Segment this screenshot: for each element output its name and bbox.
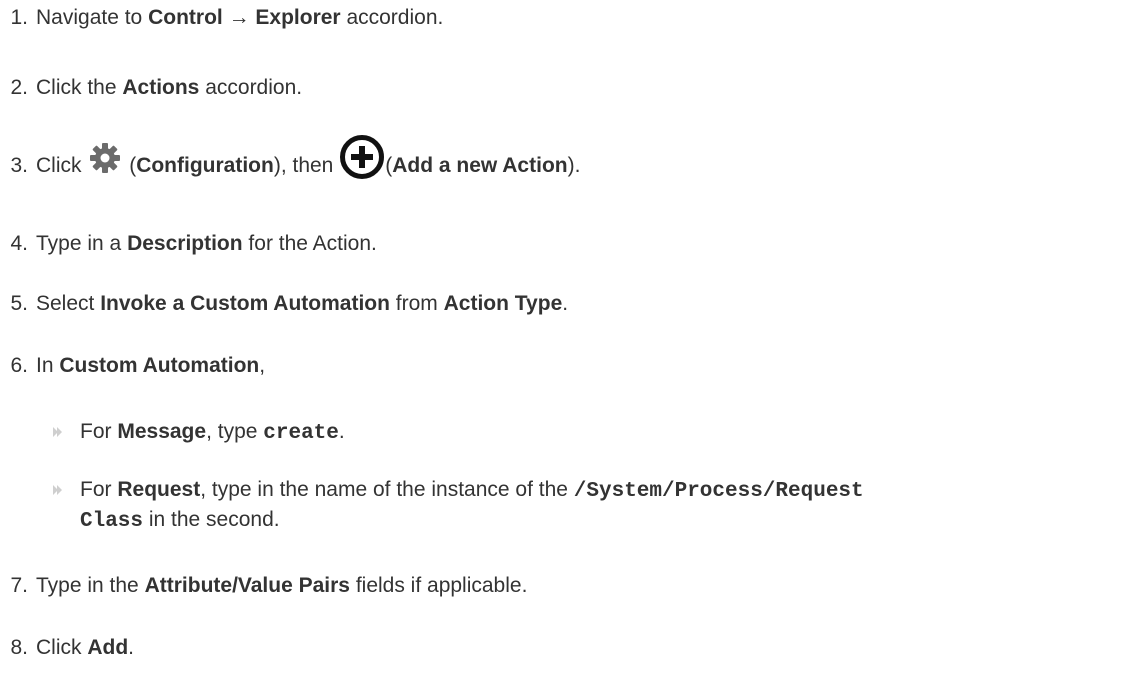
step-1: 1. Navigate to Control → Explorer accordi… <box>0 6 443 30</box>
request-class-path-code: /System/Process/Request <box>573 480 864 503</box>
step-text: , <box>259 354 266 377</box>
step-text: Click <box>36 154 88 177</box>
step-number: 7. <box>10 574 28 597</box>
substep-request-continued: Class in the second. <box>80 508 280 533</box>
arrow-separator: → <box>222 6 256 29</box>
plus-circle-icon <box>339 134 385 180</box>
substep-text: in the second. <box>143 508 280 531</box>
step-7: 7. Type in the Attribute/Value Pairs fiel… <box>0 574 527 598</box>
attribute-value-pairs-label: Attribute/Value Pairs <box>144 574 350 597</box>
step-5: 5. Select Invoke a Custom Automation from… <box>0 292 568 316</box>
step-6: 6. In Custom Automation, <box>0 354 265 378</box>
step-3: 3. Click (Configuration), then (Add a new… <box>0 134 580 180</box>
step-text: . <box>128 636 135 659</box>
add-new-action-label: Add a new Action <box>392 154 568 177</box>
class-code: Class <box>80 510 144 533</box>
step-text: . <box>562 292 569 315</box>
step-text: In <box>36 354 60 377</box>
step-number: 1. <box>10 6 28 29</box>
substep-text: , type in the name of the instance of th… <box>200 478 574 501</box>
step-number: 8. <box>10 636 28 659</box>
step-8: 8. Click Add. <box>0 636 134 660</box>
message-label: Message <box>117 420 207 443</box>
step-number: 2. <box>10 76 28 99</box>
action-type-label: Action Type <box>443 292 563 315</box>
step-text: ). <box>567 154 581 177</box>
step-text: from <box>389 292 444 315</box>
substep-request: For Request, type in the name of the ins… <box>53 478 864 503</box>
step-text: accordion. <box>340 6 444 29</box>
step-text: Select <box>36 292 101 315</box>
substep-text: For <box>80 478 118 501</box>
substep-message: For Message, type create. <box>53 420 345 445</box>
step-text: fields if applicable. <box>349 574 528 597</box>
step-text: for the Action. <box>242 232 377 255</box>
menu-control: Control <box>148 6 223 29</box>
step-2: 2. Click the Actions accordion. <box>0 76 302 100</box>
step-number: 6. <box>10 354 28 377</box>
substep-text: . <box>338 420 345 443</box>
step-text: Type in the <box>36 574 145 597</box>
step-text: Click <box>36 636 88 659</box>
gear-icon <box>87 140 124 176</box>
step-text: ), then <box>273 154 340 177</box>
step-4: 4. Type in a Description for the Action. <box>0 232 377 256</box>
chevron-bullet-icon <box>53 427 62 437</box>
description-label: Description <box>127 232 243 255</box>
step-number: 3. <box>10 154 28 177</box>
substep-text: For <box>80 420 118 443</box>
request-label: Request <box>117 478 201 501</box>
substep-text: , type <box>206 420 264 443</box>
chevron-bullet-icon <box>53 485 62 495</box>
step-text: Navigate to <box>36 6 149 29</box>
add-label: Add <box>87 636 129 659</box>
step-text: accordion. <box>199 76 303 99</box>
menu-explorer: Explorer <box>255 6 341 29</box>
create-code: create <box>263 422 339 445</box>
step-text: Type in a <box>36 232 128 255</box>
step-number: 4. <box>10 232 28 255</box>
step-text: Click the <box>36 76 123 99</box>
configuration-label: Configuration <box>136 154 274 177</box>
actions-accordion-label: Actions <box>122 76 200 99</box>
step-number: 5. <box>10 292 28 315</box>
custom-automation-label: Custom Automation <box>59 354 260 377</box>
invoke-custom-automation-label: Invoke a Custom Automation <box>100 292 390 315</box>
